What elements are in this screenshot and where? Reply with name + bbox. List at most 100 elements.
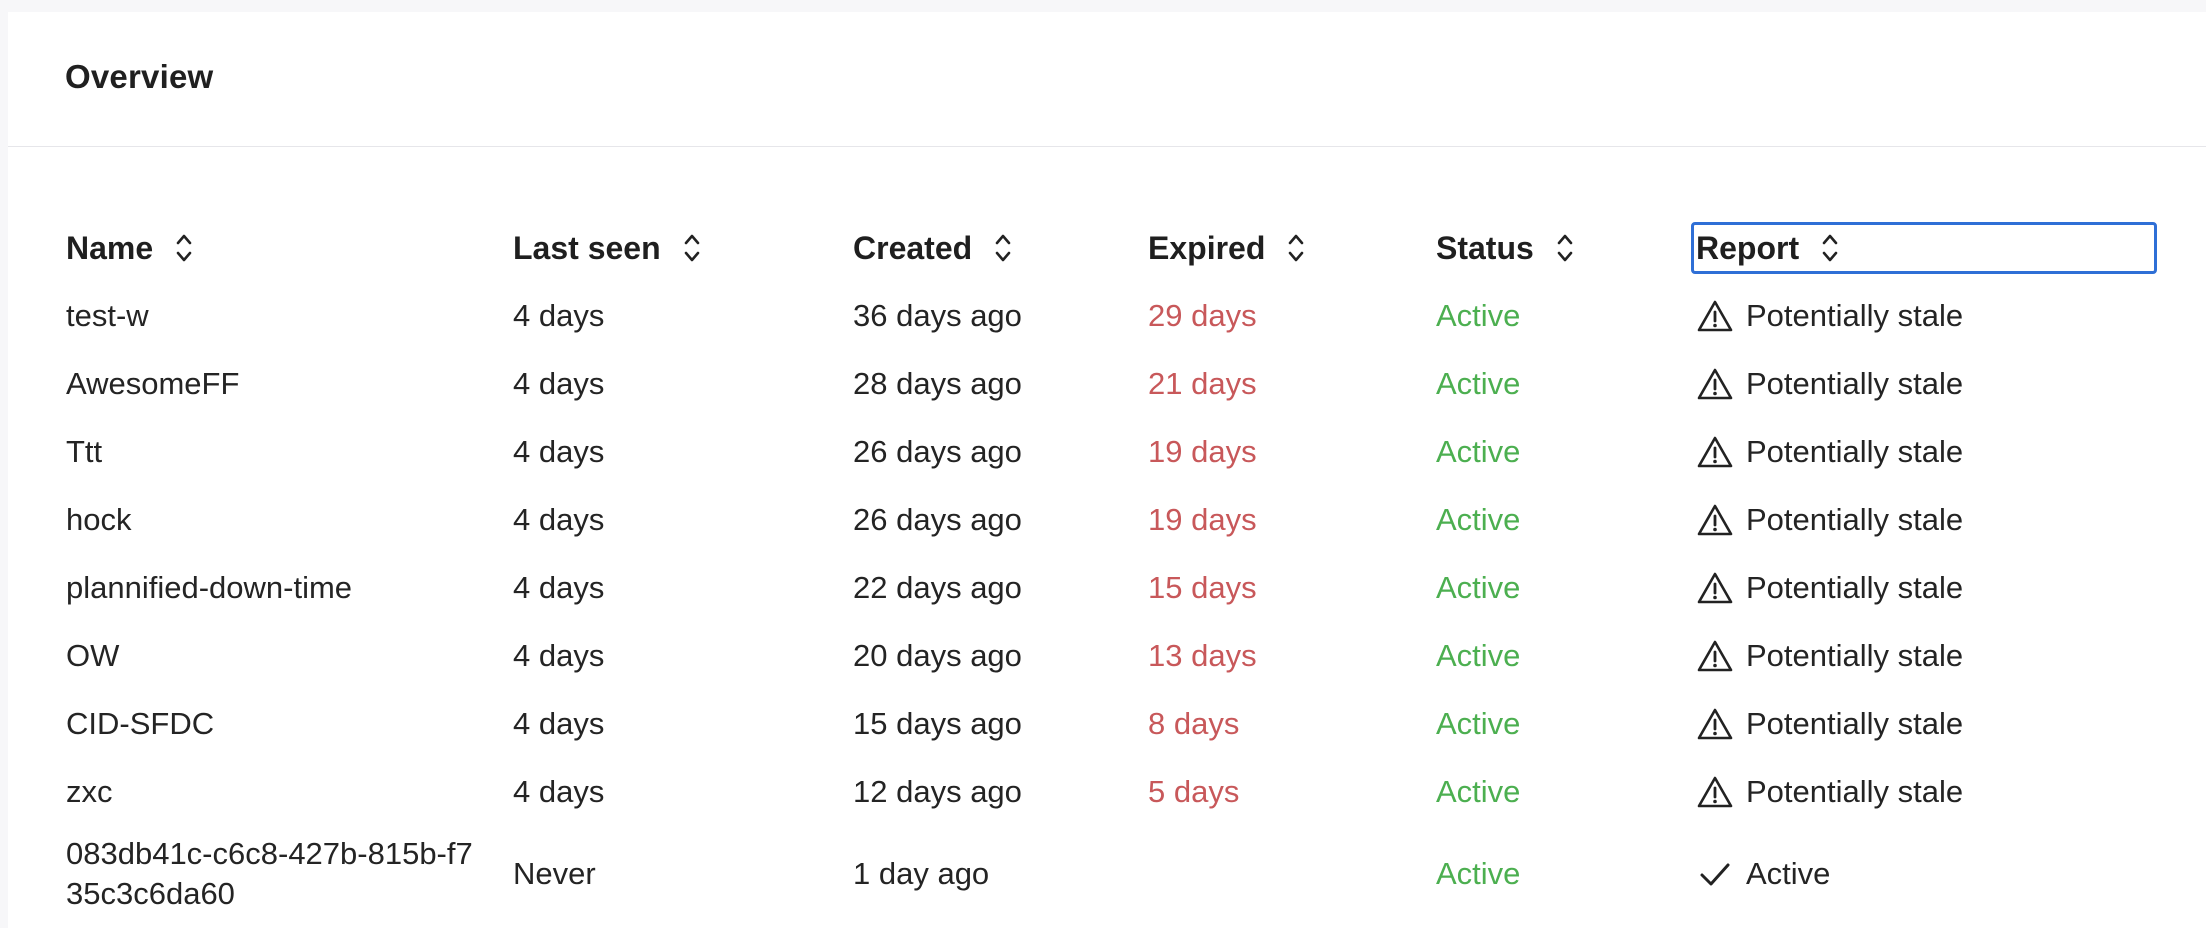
column-header-label: Last seen [513, 229, 661, 266]
table-row[interactable]: hock 4 days 26 days ago 19 days Active P… [8, 486, 2206, 554]
cell-report: Potentially stale [1696, 282, 1963, 350]
cell-name[interactable]: test-w [66, 282, 149, 350]
cell-created: 26 days ago [853, 502, 1022, 537]
column-header-label: Report [1696, 229, 1800, 266]
cell-status: Active [1436, 856, 1521, 891]
cell-expired: 8 days [1148, 706, 1240, 741]
table-row[interactable]: plannified-down-time 4 days 22 days ago … [8, 554, 2206, 622]
table-row[interactable]: AwesomeFF 4 days 28 days ago 21 days Act… [8, 350, 2206, 418]
cell-last-seen: 4 days [513, 298, 605, 333]
cell-status: Active [1436, 502, 1521, 537]
cell-status: Active [1436, 366, 1521, 401]
cell-name[interactable]: 083db41c-c6c8-427b-815b-f735c3c6da60 [66, 826, 486, 922]
column-header-report[interactable]: Report [1691, 222, 2157, 274]
cell-last-seen: 4 days [513, 570, 605, 605]
cell-expired: 29 days [1148, 298, 1257, 333]
cell-last-seen: 4 days [513, 774, 605, 809]
cell-last-seen: Never [513, 856, 596, 891]
column-header-name[interactable]: Name [66, 222, 193, 274]
cell-created: 26 days ago [853, 434, 1022, 469]
cell-created: 36 days ago [853, 298, 1022, 333]
cell-report: Potentially stale [1696, 350, 1963, 418]
cell-status: Active [1436, 706, 1521, 741]
sort-icon[interactable] [1821, 231, 1839, 265]
report-label: Active [1746, 856, 1831, 891]
cell-expired: 13 days [1148, 638, 1257, 673]
cell-created: 12 days ago [853, 774, 1022, 809]
warning-triangle-icon [1696, 297, 1734, 335]
cell-report: Active [1696, 826, 1830, 922]
cell-report: Potentially stale [1696, 690, 1963, 758]
column-header-created[interactable]: Created [853, 222, 1012, 274]
column-header-status[interactable]: Status [1436, 222, 1574, 274]
table-row[interactable]: CID-SFDC 4 days 15 days ago 8 days Activ… [8, 690, 2206, 758]
cell-name[interactable]: OW [66, 622, 119, 690]
cell-created: 1 day ago [853, 856, 990, 891]
cell-status: Active [1436, 570, 1521, 605]
table-row[interactable]: 083db41c-c6c8-427b-815b-f735c3c6da60 Nev… [8, 826, 2206, 922]
column-header-label: Expired [1148, 229, 1266, 266]
cell-report: Potentially stale [1696, 758, 1963, 826]
cell-name[interactable]: CID-SFDC [66, 690, 214, 758]
cell-report: Potentially stale [1696, 554, 1963, 622]
cell-last-seen: 4 days [513, 366, 605, 401]
cell-report: Potentially stale [1696, 622, 1963, 690]
check-icon [1696, 855, 1734, 893]
report-label: Potentially stale [1746, 706, 1964, 741]
cell-name[interactable]: hock [66, 486, 131, 554]
cell-created: 20 days ago [853, 638, 1022, 673]
report-label: Potentially stale [1746, 298, 1964, 333]
cell-expired: 19 days [1148, 434, 1257, 469]
cell-created: 22 days ago [853, 570, 1022, 605]
warning-triangle-icon [1696, 433, 1734, 471]
table-row[interactable]: test-w 4 days 36 days ago 29 days Active… [8, 282, 2206, 350]
report-label: Potentially stale [1746, 638, 1964, 673]
sort-icon[interactable] [175, 231, 193, 265]
cell-expired: 21 days [1148, 366, 1257, 401]
report-label: Potentially stale [1746, 570, 1964, 605]
cell-created: 28 days ago [853, 366, 1022, 401]
panel-header: Overview [8, 12, 2206, 147]
report-label: Potentially stale [1746, 366, 1964, 401]
cell-expired: 5 days [1148, 774, 1240, 809]
cell-report: Potentially stale [1696, 486, 1963, 554]
table-row[interactable]: zxc 4 days 12 days ago 5 days Active Pot… [8, 758, 2206, 826]
column-header-label: Status [1436, 229, 1534, 266]
warning-triangle-icon [1696, 705, 1734, 743]
sort-icon[interactable] [994, 231, 1012, 265]
cell-expired: 15 days [1148, 570, 1257, 605]
cell-created: 15 days ago [853, 706, 1022, 741]
sort-icon[interactable] [1556, 231, 1574, 265]
cell-last-seen: 4 days [513, 706, 605, 741]
cell-report: Potentially stale [1696, 418, 1963, 486]
report-label: Potentially stale [1746, 434, 1964, 469]
cell-status: Active [1436, 434, 1521, 469]
overview-panel: Overview Name Last seen Created Expired [8, 12, 2206, 928]
column-header-label: Created [853, 229, 973, 266]
cell-name[interactable]: zxc [66, 758, 113, 826]
table-row[interactable]: Ttt 4 days 26 days ago 19 days Active Po… [8, 418, 2206, 486]
cell-name[interactable]: plannified-down-time [66, 554, 352, 622]
cell-name[interactable]: AwesomeFF [66, 350, 239, 418]
column-header-last-seen[interactable]: Last seen [513, 222, 701, 274]
cell-status: Active [1436, 774, 1521, 809]
cell-last-seen: 4 days [513, 502, 605, 537]
warning-triangle-icon [1696, 501, 1734, 539]
table-row[interactable]: OW 4 days 20 days ago 13 days Active Pot… [8, 622, 2206, 690]
sort-icon[interactable] [683, 231, 701, 265]
warning-triangle-icon [1696, 365, 1734, 403]
column-header-expired[interactable]: Expired [1148, 222, 1305, 274]
report-label: Potentially stale [1746, 774, 1964, 809]
cell-expired: 19 days [1148, 502, 1257, 537]
warning-triangle-icon [1696, 569, 1734, 607]
cell-name[interactable]: Ttt [66, 418, 102, 486]
sort-icon[interactable] [1287, 231, 1305, 265]
column-header-label: Name [66, 229, 154, 266]
report-label: Potentially stale [1746, 502, 1964, 537]
cell-last-seen: 4 days [513, 434, 605, 469]
warning-triangle-icon [1696, 637, 1734, 675]
warning-triangle-icon [1696, 773, 1734, 811]
cell-last-seen: 4 days [513, 638, 605, 673]
cell-status: Active [1436, 638, 1521, 673]
panel-title: Overview [65, 58, 214, 95]
